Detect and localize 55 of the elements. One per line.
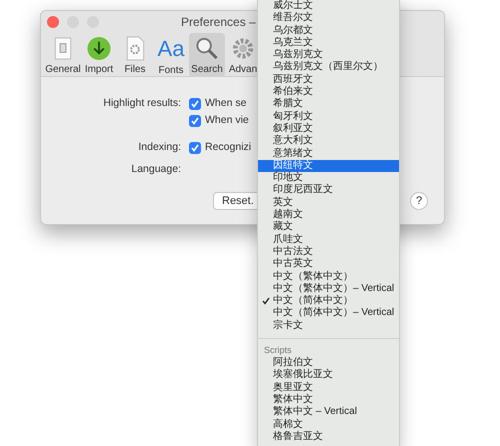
menu-item[interactable]: 希伯来文	[258, 86, 399, 98]
menu-item[interactable]: 繁体中文	[258, 394, 399, 406]
menu-item[interactable]: 维吾尔文	[258, 12, 399, 25]
toolbar-tab[interactable]: Import	[81, 33, 117, 77]
menu-item[interactable]: 中文（繁体中文）– Vertical	[258, 282, 399, 296]
option-label: When se	[205, 96, 246, 111]
fonts-icon: Aa	[158, 36, 184, 62]
window-title: Preferences –	[181, 14, 256, 31]
toolbar-tab[interactable]: Files	[117, 33, 153, 77]
help-button[interactable]: ?	[410, 192, 428, 210]
toolbar-tab[interactable]: General	[45, 33, 81, 77]
menu-item[interactable]: 中古英文	[258, 258, 399, 271]
menu-item[interactable]: 印地文	[258, 172, 399, 184]
toolbar-tab[interactable]: Aa Fonts	[153, 33, 189, 77]
menu-item[interactable]: 匈牙利文	[258, 110, 399, 123]
menu-item[interactable]: 中古法文	[258, 246, 399, 258]
menu-item[interactable]: 因纽特文	[258, 160, 399, 172]
menu-item[interactable]: 繁体中文 – Vertical	[258, 406, 399, 418]
option-label: Recognizi	[205, 140, 252, 155]
menu-item[interactable]: 西班牙文	[258, 74, 399, 86]
menu-item[interactable]: 乌尔都文	[258, 24, 399, 37]
option-label: When vie	[205, 112, 249, 128]
menu-item[interactable]: 中文（简体中文）– Vertical	[258, 307, 399, 320]
gear-icon	[230, 36, 256, 61]
menu-item[interactable]: 奥里亚文	[258, 382, 399, 394]
setting-label: Language:	[130, 162, 181, 177]
menu-item[interactable]: 中文（繁体中文）	[258, 270, 399, 283]
menu-item[interactable]: 意第绪文	[258, 148, 399, 160]
menu-item[interactable]: 阿拉伯文	[258, 357, 399, 370]
menu-item[interactable]: 叙利亚文	[258, 122, 399, 136]
setting-label: Highlight results:	[102, 96, 181, 111]
menu-item[interactable]: 意大利文	[258, 135, 399, 148]
download-icon	[86, 36, 112, 61]
toolbar-tab[interactable]: Advan	[225, 33, 261, 77]
menu-item[interactable]: 乌兹别克文	[258, 49, 399, 62]
menu-item[interactable]: 埃塞俄比亚文	[258, 369, 399, 382]
menu-item[interactable]: 中文（简体中文）	[258, 295, 399, 308]
menu-item[interactable]: 藏文	[258, 221, 399, 234]
menu-item[interactable]: 希腊文	[258, 98, 399, 111]
menu-item[interactable]: 高棉文	[258, 418, 399, 431]
checkbox[interactable]	[189, 142, 201, 154]
search-icon	[194, 36, 220, 61]
menu-section-header: Scripts	[263, 344, 293, 356]
setting-label: Indexing:	[137, 140, 181, 155]
checkbox[interactable]	[189, 114, 201, 126]
checkmark-icon	[262, 295, 270, 306]
menu-item[interactable]: 格鲁吉亚文	[258, 430, 399, 444]
menu-item[interactable]: 越南文	[258, 209, 399, 222]
toolbar-tab[interactable]: Search	[189, 33, 225, 77]
menu-item[interactable]: 爪哇文	[258, 234, 399, 246]
close-button[interactable]	[47, 16, 59, 28]
menu-item[interactable]: 宗卡文	[258, 320, 399, 332]
menu-item[interactable]: 乌克兰文	[258, 36, 399, 50]
checkbox[interactable]	[189, 98, 201, 110]
menu-item[interactable]: 乌兹别克文（西里尔文）	[258, 61, 399, 74]
